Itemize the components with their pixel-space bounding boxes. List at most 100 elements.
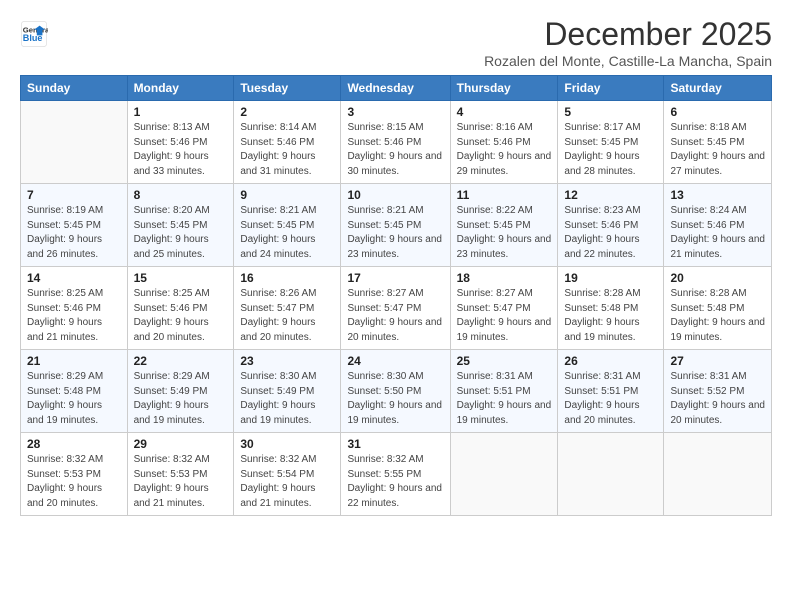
- day-number: 29: [134, 437, 228, 451]
- weekday-header-wednesday: Wednesday: [341, 76, 450, 101]
- day-number: 23: [240, 354, 334, 368]
- day-number: 9: [240, 188, 334, 202]
- day-info: Sunrise: 8:21 AMSunset: 5:45 PMDaylight:…: [240, 204, 334, 262]
- day-info: Sunrise: 8:19 AMSunset: 5:45 PMDaylight:…: [27, 204, 121, 262]
- day-number: 7: [27, 188, 121, 202]
- day-cell: 7 Sunrise: 8:19 AMSunset: 5:45 PMDaylight…: [21, 184, 128, 267]
- day-info: Sunrise: 8:22 AMSunset: 5:45 PMDaylight:…: [457, 204, 552, 262]
- day-number: 17: [347, 271, 443, 285]
- day-number: 18: [457, 271, 552, 285]
- day-cell: 19 Sunrise: 8:28 AMSunset: 5:48 PMDayligh…: [558, 267, 664, 350]
- day-info: Sunrise: 8:13 AMSunset: 5:46 PMDaylight:…: [134, 121, 228, 179]
- logo-icon: General Blue: [20, 20, 48, 48]
- day-info: Sunrise: 8:31 AMSunset: 5:51 PMDaylight:…: [564, 370, 657, 428]
- weekday-header-friday: Friday: [558, 76, 664, 101]
- day-cell: 25 Sunrise: 8:31 AMSunset: 5:51 PMDayligh…: [450, 350, 558, 433]
- day-cell: 12Sunrise: 8:23 AMSunset: 5:46 PMDayligh…: [558, 184, 664, 267]
- day-info: Sunrise: 8:21 AMSunset: 5:45 PMDaylight:…: [347, 204, 443, 262]
- day-info: Sunrise: 8:27 AMSunset: 5:47 PMDaylight:…: [457, 287, 552, 345]
- day-info: Sunrise: 8:14 AMSunset: 5:46 PMDaylight:…: [240, 121, 334, 179]
- day-number: 3: [347, 105, 443, 119]
- day-cell: 22Sunrise: 8:29 AMSunset: 5:49 PMDayligh…: [127, 350, 234, 433]
- day-cell: 1 Sunrise: 8:13 AMSunset: 5:46 PMDaylight…: [127, 101, 234, 184]
- day-number: 4: [457, 105, 552, 119]
- day-cell: 13Sunrise: 8:24 AMSunset: 5:46 PMDayligh…: [664, 184, 772, 267]
- week-row-4: 21Sunrise: 8:29 AMSunset: 5:48 PMDayligh…: [21, 350, 772, 433]
- day-cell: 5Sunrise: 8:17 AMSunset: 5:45 PMDaylight…: [558, 101, 664, 184]
- weekday-header-saturday: Saturday: [664, 76, 772, 101]
- day-info: Sunrise: 8:17 AMSunset: 5:45 PMDaylight:…: [564, 121, 657, 179]
- day-info: Sunrise: 8:25 AMSunset: 5:46 PMDaylight:…: [134, 287, 228, 345]
- weekday-header-thursday: Thursday: [450, 76, 558, 101]
- week-row-3: 14 Sunrise: 8:25 AMSunset: 5:46 PMDayligh…: [21, 267, 772, 350]
- day-info: Sunrise: 8:28 AMSunset: 5:48 PMDaylight:…: [670, 287, 765, 345]
- calendar-table: SundayMondayTuesdayWednesdayThursdayFrid…: [20, 75, 772, 516]
- day-cell: 9 Sunrise: 8:21 AMSunset: 5:45 PMDaylight…: [234, 184, 341, 267]
- day-number: 8: [134, 188, 228, 202]
- day-info: Sunrise: 8:31 AMSunset: 5:51 PMDaylight:…: [457, 370, 552, 428]
- day-info: Sunrise: 8:27 AMSunset: 5:47 PMDaylight:…: [347, 287, 443, 345]
- day-info: Sunrise: 8:30 AMSunset: 5:49 PMDaylight:…: [240, 370, 334, 428]
- day-info: Sunrise: 8:30 AMSunset: 5:50 PMDaylight:…: [347, 370, 443, 428]
- day-cell: 28 Sunrise: 8:32 AMSunset: 5:53 PMDayligh…: [21, 433, 128, 516]
- day-number: 31: [347, 437, 443, 451]
- day-cell: [21, 101, 128, 184]
- day-cell: 31 Sunrise: 8:32 AMSunset: 5:55 PMDayligh…: [341, 433, 450, 516]
- day-cell: 16Sunrise: 8:26 AMSunset: 5:47 PMDayligh…: [234, 267, 341, 350]
- page-container: General Blue December 2025 Rozalen del M…: [0, 0, 792, 526]
- day-cell: 3 Sunrise: 8:15 AMSunset: 5:46 PMDaylight…: [341, 101, 450, 184]
- day-cell: 10 Sunrise: 8:21 AMSunset: 5:45 PMDayligh…: [341, 184, 450, 267]
- day-info: Sunrise: 8:26 AMSunset: 5:47 PMDaylight:…: [240, 287, 334, 345]
- day-info: Sunrise: 8:32 AMSunset: 5:53 PMDaylight:…: [27, 453, 121, 511]
- week-row-2: 7 Sunrise: 8:19 AMSunset: 5:45 PMDaylight…: [21, 184, 772, 267]
- day-cell: [664, 433, 772, 516]
- day-number: 14: [27, 271, 121, 285]
- day-info: Sunrise: 8:15 AMSunset: 5:46 PMDaylight:…: [347, 121, 443, 179]
- day-info: Sunrise: 8:28 AMSunset: 5:48 PMDaylight:…: [564, 287, 657, 345]
- day-cell: 17 Sunrise: 8:27 AMSunset: 5:47 PMDayligh…: [341, 267, 450, 350]
- day-cell: 30 Sunrise: 8:32 AMSunset: 5:54 PMDayligh…: [234, 433, 341, 516]
- day-cell: 6 Sunrise: 8:18 AMSunset: 5:45 PMDaylight…: [664, 101, 772, 184]
- day-cell: 21Sunrise: 8:29 AMSunset: 5:48 PMDayligh…: [21, 350, 128, 433]
- day-number: 1: [134, 105, 228, 119]
- day-cell: 15 Sunrise: 8:25 AMSunset: 5:46 PMDayligh…: [127, 267, 234, 350]
- day-number: 25: [457, 354, 552, 368]
- day-number: 15: [134, 271, 228, 285]
- day-cell: 11Sunrise: 8:22 AMSunset: 5:45 PMDayligh…: [450, 184, 558, 267]
- day-cell: [558, 433, 664, 516]
- day-number: 20: [670, 271, 765, 285]
- day-cell: 20 Sunrise: 8:28 AMSunset: 5:48 PMDayligh…: [664, 267, 772, 350]
- month-title: December 2025: [484, 16, 772, 53]
- day-info: Sunrise: 8:32 AMSunset: 5:55 PMDaylight:…: [347, 453, 443, 511]
- week-row-5: 28 Sunrise: 8:32 AMSunset: 5:53 PMDayligh…: [21, 433, 772, 516]
- day-number: 19: [564, 271, 657, 285]
- day-info: Sunrise: 8:32 AMSunset: 5:54 PMDaylight:…: [240, 453, 334, 511]
- day-number: 28: [27, 437, 121, 451]
- day-number: 12: [564, 188, 657, 202]
- day-number: 10: [347, 188, 443, 202]
- logo: General Blue: [20, 20, 50, 48]
- day-cell: 24 Sunrise: 8:30 AMSunset: 5:50 PMDayligh…: [341, 350, 450, 433]
- day-info: Sunrise: 8:16 AMSunset: 5:46 PMDaylight:…: [457, 121, 552, 179]
- day-info: Sunrise: 8:31 AMSunset: 5:52 PMDaylight:…: [670, 370, 765, 428]
- day-info: Sunrise: 8:18 AMSunset: 5:45 PMDaylight:…: [670, 121, 765, 179]
- day-cell: 4 Sunrise: 8:16 AMSunset: 5:46 PMDaylight…: [450, 101, 558, 184]
- day-info: Sunrise: 8:32 AMSunset: 5:53 PMDaylight:…: [134, 453, 228, 511]
- day-cell: 2Sunrise: 8:14 AMSunset: 5:46 PMDaylight…: [234, 101, 341, 184]
- day-cell: 18 Sunrise: 8:27 AMSunset: 5:47 PMDayligh…: [450, 267, 558, 350]
- day-info: Sunrise: 8:24 AMSunset: 5:46 PMDaylight:…: [670, 204, 765, 262]
- day-cell: 14 Sunrise: 8:25 AMSunset: 5:46 PMDayligh…: [21, 267, 128, 350]
- header: General Blue December 2025 Rozalen del M…: [20, 16, 772, 69]
- day-number: 22: [134, 354, 228, 368]
- week-row-1: 1 Sunrise: 8:13 AMSunset: 5:46 PMDaylight…: [21, 101, 772, 184]
- weekday-header-row: SundayMondayTuesdayWednesdayThursdayFrid…: [21, 76, 772, 101]
- day-number: 24: [347, 354, 443, 368]
- day-cell: 29 Sunrise: 8:32 AMSunset: 5:53 PMDayligh…: [127, 433, 234, 516]
- day-number: 21: [27, 354, 121, 368]
- weekday-header-tuesday: Tuesday: [234, 76, 341, 101]
- day-number: 30: [240, 437, 334, 451]
- day-number: 27: [670, 354, 765, 368]
- day-info: Sunrise: 8:25 AMSunset: 5:46 PMDaylight:…: [27, 287, 121, 345]
- weekday-header-monday: Monday: [127, 76, 234, 101]
- day-number: 6: [670, 105, 765, 119]
